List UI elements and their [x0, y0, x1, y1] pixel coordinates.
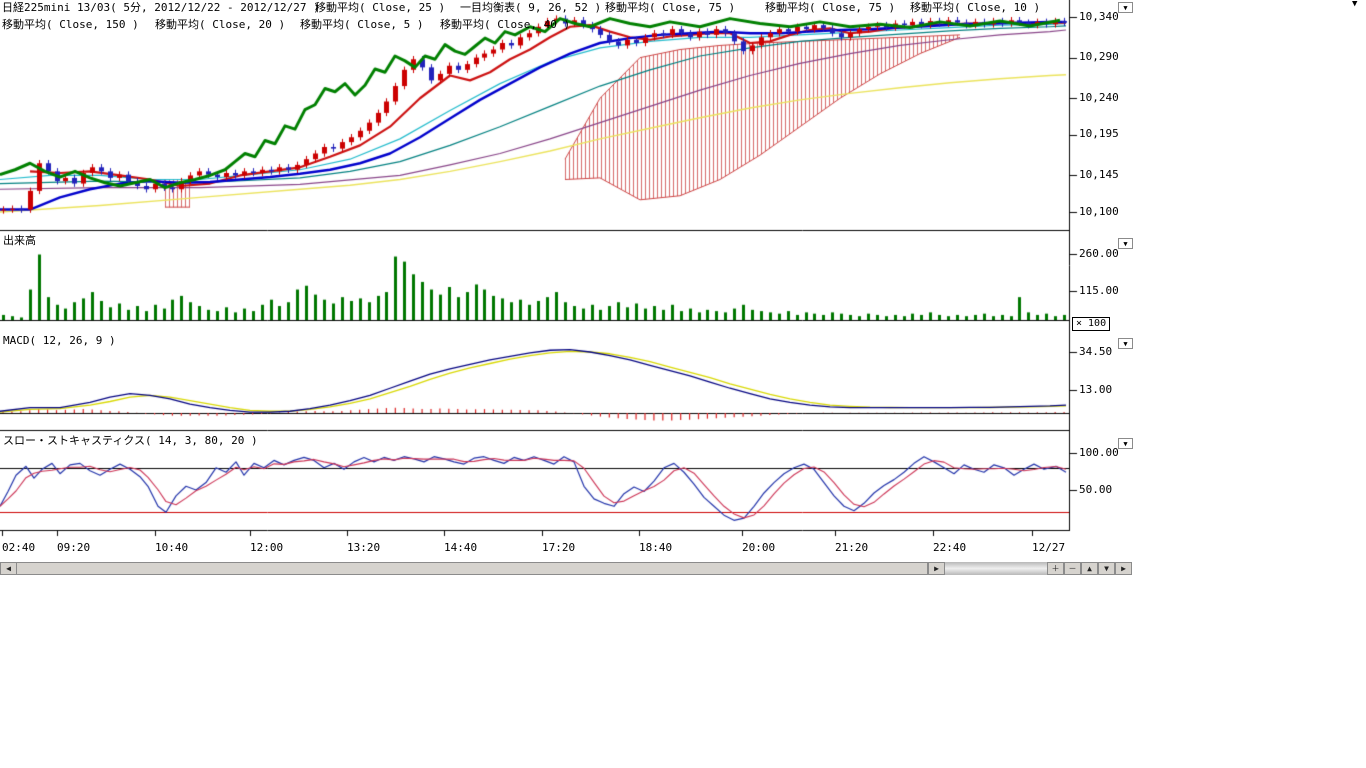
indicator-label-ma40: 移動平均( Close, 40 ) [440, 19, 570, 31]
indicator-label-ma75-a: 移動平均( Close, 75 ) [605, 2, 735, 14]
time-axis-label: 17:20 [542, 542, 575, 554]
volume-unit-label: × 100 [1072, 317, 1110, 331]
zoom-out-button[interactable]: － [1064, 562, 1081, 575]
scale-down-button[interactable]: ▼ [1098, 562, 1115, 575]
price-axis-label: 10,100 [1079, 206, 1119, 218]
indicator-label-ma20: 移動平均( Close, 20 ) [155, 19, 285, 31]
indicator-label-ma150: 移動平均( Close, 150 ) [2, 19, 139, 31]
time-axis-label: 09:20 [57, 542, 90, 554]
volume-axis-label: 260.00 [1079, 248, 1119, 260]
time-axis-label: 21:20 [835, 542, 868, 554]
indicator-label-ichimoku: 一目均衡表( 9, 26, 52 ) [460, 2, 601, 14]
macd-axis-label: 34.50 [1079, 346, 1112, 358]
time-axis-label: 12/27 [1032, 542, 1065, 554]
macd-panel-dropdown-button[interactable]: ▼ [1118, 338, 1133, 349]
horizontal-scrollbar[interactable]: ◀ ▶ ＋ － ▲ ▼ ▶ [0, 562, 1132, 575]
volume-panel-dropdown-button[interactable]: ▼ [1118, 238, 1133, 249]
stoch-panel-title: スロー・ストキャスティクス( 14, 3, 80, 20 ) [3, 435, 258, 447]
price-chart-canvas[interactable] [0, 0, 1140, 540]
price-axis-label: 10,195 [1079, 128, 1119, 140]
chart-application-window: 日経225mini 13/03( 5分, 2012/12/22 - 2012/1… [0, 0, 1366, 768]
macd-panel-title: MACD( 12, 26, 9 ) [3, 335, 116, 347]
time-axis-label: 18:40 [639, 542, 672, 554]
time-axis-label: 14:40 [444, 542, 477, 554]
price-axis-label: 10,145 [1079, 169, 1119, 181]
zoom-in-button[interactable]: ＋ [1047, 562, 1064, 575]
macd-axis-label: 13.00 [1079, 384, 1112, 396]
stoch-axis-label: 50.00 [1079, 484, 1112, 496]
time-axis-label: 22:40 [933, 542, 966, 554]
instrument-title: 日経225mini 13/03( 5分, 2012/12/22 - 2012/1… [2, 2, 320, 14]
price-axis-label: 10,340 [1079, 11, 1119, 23]
scroll-end-button[interactable]: ▶ [1115, 562, 1132, 575]
indicator-label-ma5: 移動平均( Close, 5 ) [300, 19, 423, 31]
time-axis-label: 02:40 [2, 542, 35, 554]
price-axis-label: 10,290 [1079, 51, 1119, 63]
time-axis-label: 13:20 [347, 542, 380, 554]
stoch-panel-dropdown-button[interactable]: ▼ [1118, 438, 1133, 449]
time-axis-label: 12:00 [250, 542, 283, 554]
window-corner-dropdown-icon[interactable]: ▼ [1352, 0, 1357, 9]
scroll-left-button[interactable]: ◀ [0, 562, 17, 575]
indicator-label-ma25: 移動平均( Close, 25 ) [315, 2, 445, 14]
time-axis-label: 20:00 [742, 542, 775, 554]
scroll-right-button[interactable]: ▶ [928, 562, 945, 575]
price-panel-dropdown-button[interactable]: ▼ [1118, 2, 1133, 13]
scale-up-button[interactable]: ▲ [1081, 562, 1098, 575]
time-axis-label: 10:40 [155, 542, 188, 554]
volume-axis-label: 115.00 [1079, 285, 1119, 297]
volume-panel-title: 出来高 [3, 235, 36, 247]
scrollbar-thumb[interactable] [16, 562, 928, 575]
stoch-axis-label: 100.00 [1079, 447, 1119, 459]
indicator-label-ma75-b: 移動平均( Close, 75 ) [765, 2, 895, 14]
indicator-label-ma10: 移動平均( Close, 10 ) [910, 2, 1040, 14]
price-axis-label: 10,240 [1079, 92, 1119, 104]
